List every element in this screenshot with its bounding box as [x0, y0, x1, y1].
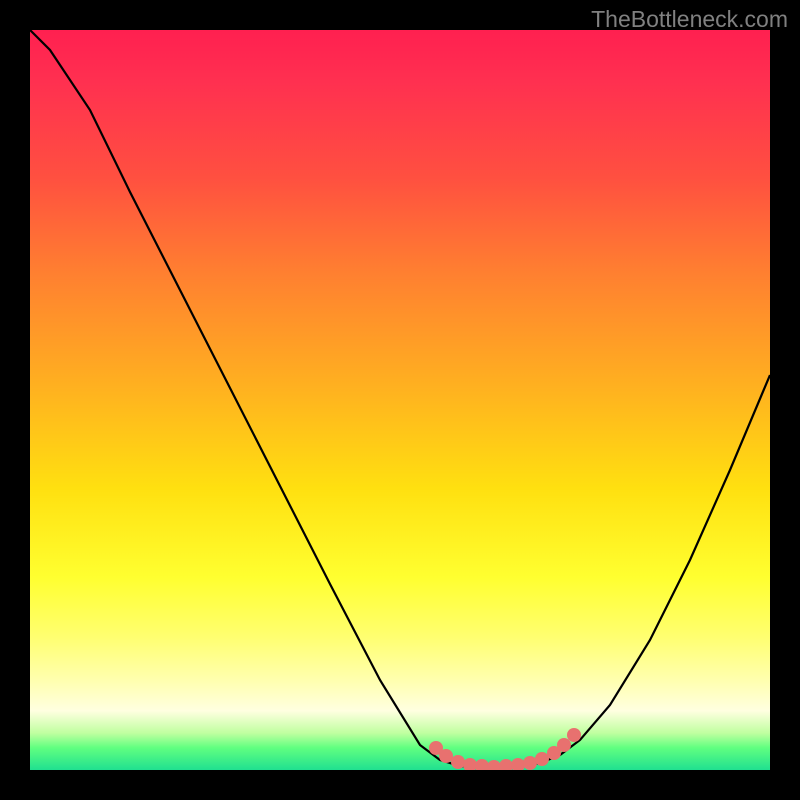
marker-dot	[463, 758, 477, 770]
marker-dot	[487, 760, 501, 770]
marker-dot	[567, 728, 581, 742]
marker-dot	[451, 755, 465, 769]
marker-dot	[499, 759, 513, 770]
bottleneck-curve	[30, 30, 770, 768]
marker-dot	[535, 752, 549, 766]
marker-dot	[439, 749, 453, 763]
chart-svg	[30, 30, 770, 770]
curve-markers	[429, 728, 581, 770]
marker-dot	[557, 738, 571, 752]
watermark-text: TheBottleneck.com	[591, 6, 788, 33]
marker-dot	[523, 756, 537, 770]
marker-dot	[475, 759, 489, 770]
marker-dot	[511, 758, 525, 770]
